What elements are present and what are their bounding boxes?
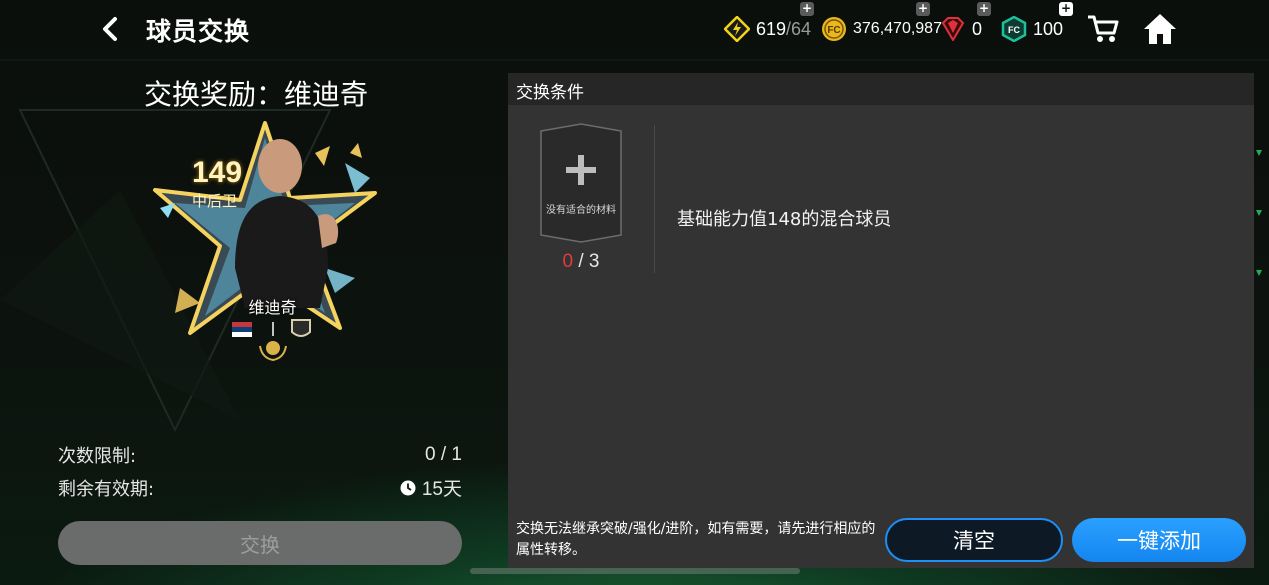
shop-button[interactable] <box>1084 10 1122 48</box>
card-player-name: 维迪奇 <box>248 298 297 317</box>
clear-button[interactable]: 清空 <box>885 518 1063 562</box>
slot-frame <box>540 123 622 243</box>
reward-title: 交换奖励：维迪奇 <box>144 78 369 111</box>
limit-label: 次数限制: <box>58 446 137 467</box>
validity-value-wrap: 15天 <box>400 474 462 501</box>
svg-text:FC: FC <box>827 25 840 36</box>
energy-icon <box>724 16 750 42</box>
conditions-title: 交换条件 <box>516 83 584 103</box>
back-button[interactable] <box>96 14 124 44</box>
energy-value: 619 <box>756 18 787 39</box>
conditions-header: 交换条件 <box>508 73 1254 105</box>
fc-points-icon: FC <box>1001 16 1027 42</box>
gem-add-button[interactable]: + <box>977 2 991 16</box>
laurel-icon <box>259 341 287 362</box>
energy-add-button[interactable]: + <box>800 2 814 16</box>
validity-label: 剩余有效期: <box>58 478 155 500</box>
gem-icon <box>941 17 965 41</box>
home-icon <box>1144 14 1176 44</box>
svg-text:FC: FC <box>1008 25 1020 35</box>
validity-row: 剩余有效期: 15天 <box>58 474 462 501</box>
material-slot[interactable]: 没有适合的材料 <box>540 123 622 243</box>
back-chevron-icon <box>103 17 117 41</box>
card-rating: 149 <box>192 156 243 189</box>
gem-value: 0 <box>972 18 983 39</box>
gem-currency[interactable]: 0 <box>940 12 982 46</box>
energy-currency[interactable]: 619/64 <box>724 12 811 46</box>
validity-value: 15天 <box>421 479 462 500</box>
condition-description: 基础能力值148的混合球员 <box>677 209 892 230</box>
home-button[interactable] <box>1141 10 1179 48</box>
conditions-panel: 交换条件 没有适合的材料 0 / 3 基础能力值148的混合球员 <box>508 73 1254 568</box>
exchange-button[interactable]: 交换 <box>58 521 462 565</box>
home-indicator[interactable] <box>470 568 800 574</box>
coin-icon: FC <box>822 17 846 41</box>
top-bar: 球员交换 619/64 + FC 376,470,987 + 0 + FC 10 <box>0 0 1269 58</box>
slot-count-current: 0 <box>562 251 574 272</box>
fc-points-currency[interactable]: FC 100 <box>1001 12 1063 46</box>
clock-icon <box>400 480 416 495</box>
conditions-divider <box>654 125 655 273</box>
slot-empty-text: 没有适合的材料 <box>546 205 616 216</box>
exchange-note: 交换无法继承突破/强化/进阶，如有需要，请先进行相应的属性转移。 <box>516 521 876 558</box>
limit-value: 0 / 1 <box>425 444 462 465</box>
limit-row: 次数限制: 0 / 1 <box>58 442 462 468</box>
slot-count-total: / 3 <box>573 251 600 272</box>
auto-add-button[interactable]: 一键添加 <box>1072 518 1246 562</box>
slot-count: 0 / 3 <box>540 251 622 273</box>
coin-value: 376,470,987 <box>853 20 942 37</box>
card-badges <box>232 319 311 362</box>
fc-points-add-button[interactable]: + <box>1059 2 1073 16</box>
coin-currency[interactable]: FC 376,470,987 <box>821 12 942 46</box>
page-title: 球员交换 <box>146 17 251 46</box>
card-position: 中后卫 <box>192 192 238 210</box>
energy-max: /64 <box>786 18 812 39</box>
club-badge-icon <box>291 319 311 337</box>
coin-add-button[interactable]: + <box>916 2 930 16</box>
player-card[interactable]: 149 中后卫 维迪奇 <box>140 118 390 373</box>
serbia-flag-icon <box>232 322 252 337</box>
fc-points-value: 100 <box>1033 18 1064 39</box>
cart-icon <box>1088 15 1119 42</box>
